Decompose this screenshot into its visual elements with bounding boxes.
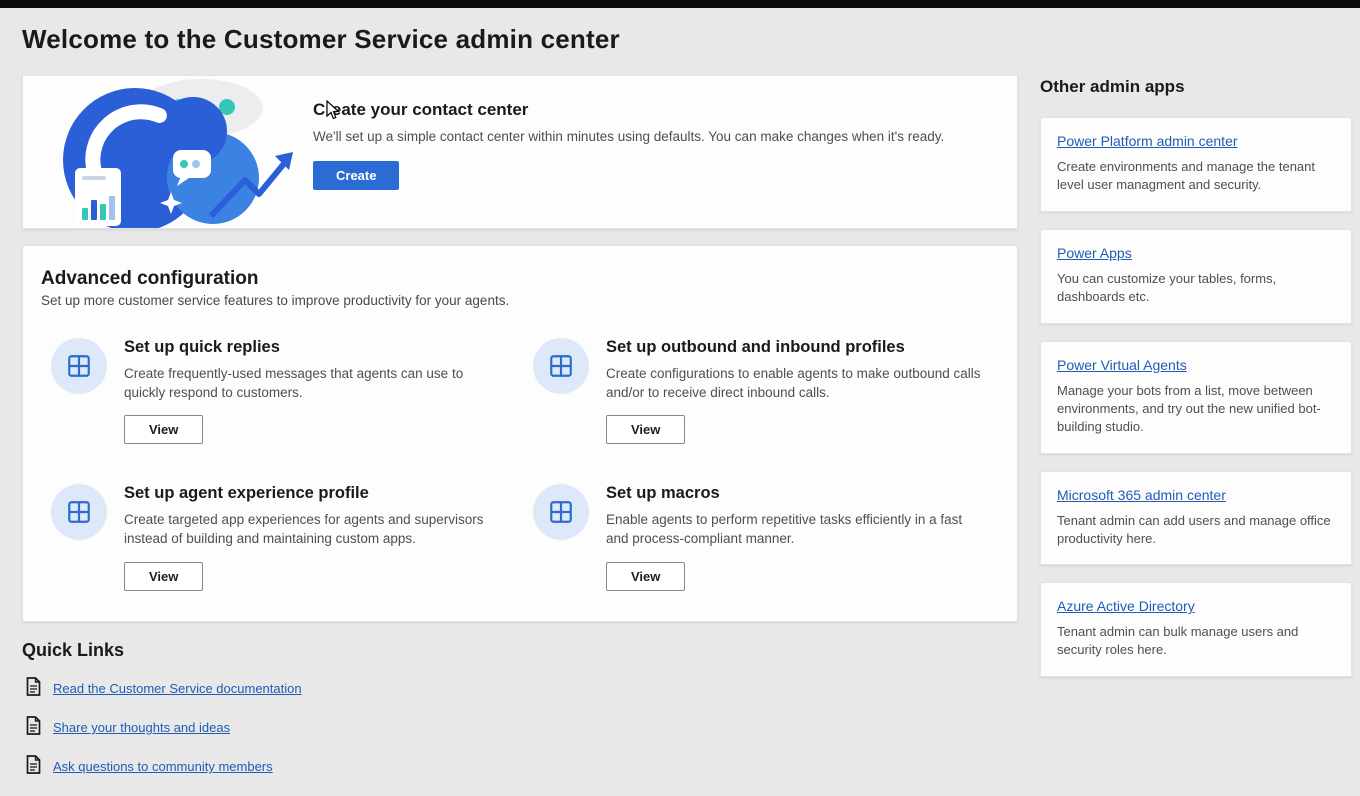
- view-button-outbound-inbound-profiles[interactable]: View: [606, 415, 685, 444]
- admin-app-link-azure-active-directory[interactable]: Azure Active Directory: [1057, 598, 1195, 614]
- advanced-item-title: Set up macros: [606, 484, 984, 503]
- other-admin-apps-panel: Other admin apps Power Platform admin ce…: [1040, 75, 1352, 694]
- top-bar: [0, 0, 1360, 8]
- grid-icon: [51, 484, 107, 540]
- contact-center-illustration: [23, 76, 313, 228]
- main-column: Create your contact center We'll set up …: [22, 75, 1018, 794]
- admin-app-description: Tenant admin can bulk manage users and s…: [1057, 623, 1335, 659]
- admin-app-card-power-apps: Power Apps You can customize your tables…: [1040, 229, 1352, 324]
- contact-center-content: Create your contact center We'll set up …: [313, 76, 944, 228]
- admin-app-link-power-apps[interactable]: Power Apps: [1057, 245, 1132, 261]
- advanced-item-description: Enable agents to perform repetitive task…: [606, 510, 984, 548]
- advanced-item-outbound-inbound-profiles: Set up outbound and inbound profiles Cre…: [533, 338, 989, 444]
- advanced-configuration-title: Advanced configuration: [41, 268, 999, 290]
- quick-link-row: Share your thoughts and ideas: [26, 716, 1018, 740]
- quick-link-documentation[interactable]: Read the Customer Service documentation: [53, 681, 302, 696]
- admin-app-description: Create environments and manage the tenan…: [1057, 158, 1335, 194]
- view-button-agent-experience-profile[interactable]: View: [124, 562, 203, 591]
- admin-app-link-power-virtual-agents[interactable]: Power Virtual Agents: [1057, 357, 1187, 373]
- quick-links-title: Quick Links: [22, 640, 1018, 661]
- page-title: Welcome to the Customer Service admin ce…: [22, 24, 1352, 55]
- quick-link-row: Ask questions to community members: [26, 755, 1018, 779]
- admin-app-description: You can customize your tables, forms, da…: [1057, 270, 1335, 306]
- admin-app-card-power-virtual-agents: Power Virtual Agents Manage your bots fr…: [1040, 341, 1352, 454]
- contact-center-description: We'll set up a simple contact center wit…: [313, 129, 944, 144]
- advanced-item-description: Create configurations to enable agents t…: [606, 364, 984, 402]
- admin-app-card-azure-active-directory: Azure Active Directory Tenant admin can …: [1040, 582, 1352, 677]
- grid-icon: [533, 338, 589, 394]
- quick-link-row: Read the Customer Service documentation: [26, 677, 1018, 701]
- quick-links-section: Quick Links Read the Customer Service do…: [22, 640, 1018, 779]
- grid-icon: [51, 338, 107, 394]
- quick-link-share-ideas[interactable]: Share your thoughts and ideas: [53, 720, 230, 735]
- advanced-configuration-card: Advanced configuration Set up more custo…: [22, 245, 1018, 622]
- admin-app-description: Manage your bots from a list, move betwe…: [1057, 382, 1335, 436]
- admin-app-link-power-platform[interactable]: Power Platform admin center: [1057, 133, 1238, 149]
- create-button[interactable]: Create: [313, 161, 399, 190]
- contact-center-title: Create your contact center: [313, 100, 944, 120]
- advanced-item-quick-replies: Set up quick replies Create frequently-u…: [51, 338, 507, 444]
- advanced-item-title: Set up quick replies: [124, 338, 502, 357]
- advanced-item-title: Set up agent experience profile: [124, 484, 502, 503]
- admin-app-link-microsoft-365[interactable]: Microsoft 365 admin center: [1057, 487, 1226, 503]
- document-icon: [26, 677, 41, 701]
- grid-icon: [533, 484, 589, 540]
- document-icon: [26, 716, 41, 740]
- admin-app-description: Tenant admin can add users and manage of…: [1057, 512, 1335, 548]
- phone-chat-growth-illustration: [23, 76, 313, 229]
- admin-app-card-power-platform: Power Platform admin center Create envir…: [1040, 117, 1352, 212]
- page: Welcome to the Customer Service admin ce…: [0, 24, 1360, 794]
- advanced-item-description: Create targeted app experiences for agen…: [124, 510, 502, 548]
- advanced-configuration-subtitle: Set up more customer service features to…: [41, 293, 999, 308]
- advanced-item-agent-experience-profile: Set up agent experience profile Create t…: [51, 484, 507, 590]
- other-admin-apps-title: Other admin apps: [1040, 77, 1352, 97]
- view-button-macros[interactable]: View: [606, 562, 685, 591]
- quick-link-community[interactable]: Ask questions to community members: [53, 759, 273, 774]
- admin-app-card-microsoft-365: Microsoft 365 admin center Tenant admin …: [1040, 471, 1352, 566]
- contact-center-card: Create your contact center We'll set up …: [22, 75, 1018, 229]
- view-button-quick-replies[interactable]: View: [124, 415, 203, 444]
- advanced-items-grid: Set up quick replies Create frequently-u…: [41, 338, 999, 591]
- advanced-item-title: Set up outbound and inbound profiles: [606, 338, 984, 357]
- advanced-item-macros: Set up macros Enable agents to perform r…: [533, 484, 989, 590]
- advanced-item-description: Create frequently-used messages that age…: [124, 364, 502, 402]
- document-icon: [26, 755, 41, 779]
